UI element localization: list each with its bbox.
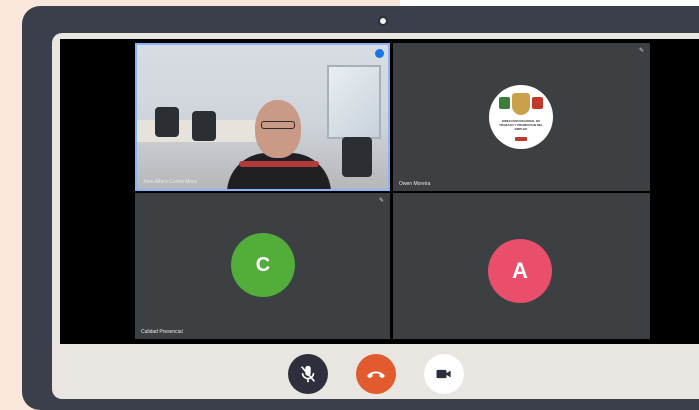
video-background-chair — [155, 107, 179, 137]
video-background-chair — [342, 137, 372, 177]
logo-flag-right — [532, 97, 543, 109]
participant-video — [137, 45, 388, 189]
participant-name: Owen Moreira — [399, 181, 431, 187]
logo-flag-left — [499, 97, 510, 109]
phone-hangup-icon — [367, 371, 385, 379]
participant-head — [255, 100, 301, 158]
video-camera-icon — [436, 369, 451, 379]
logo-shield-icon — [512, 93, 530, 115]
organization-logo: DIRECCION REGIONAL DE TRABAJO Y PROMOCIO… — [489, 85, 553, 149]
participant-tile-video[interactable]: Jose Alfaro Cortes Mora — [135, 43, 390, 191]
avatar: C — [231, 233, 295, 297]
participant-tile-avatar[interactable]: A — [393, 193, 650, 339]
mic-off-icon: ✎ — [379, 198, 385, 204]
mic-off-icon: ✎ — [639, 48, 645, 54]
participant-tile-logo[interactable]: ✎ DIRECCION REGIONAL DE TRABAJO Y PROMOC… — [393, 43, 650, 191]
video-background-chair — [192, 111, 216, 141]
laptop-frame: Jose Alfaro Cortes Mora ✎ DIRECCION REGI… — [22, 6, 699, 410]
meeting-screen: Jose Alfaro Cortes Mora ✎ DIRECCION REGI… — [52, 33, 699, 399]
participant-tile-avatar[interactable]: ✎ C Calidad Presencial — [135, 193, 390, 339]
participant-glasses — [261, 121, 295, 129]
microphone-muted-icon — [300, 365, 316, 383]
participant-body — [227, 153, 331, 189]
call-controls — [52, 344, 699, 399]
webcam-icon — [378, 16, 388, 26]
mute-button[interactable] — [288, 354, 328, 394]
participant-clothing-stripe — [239, 161, 319, 167]
avatar: A — [488, 239, 552, 303]
logo-text: DIRECCION REGIONAL DE TRABAJO Y PROMOCIO… — [499, 119, 543, 131]
logo-ribbon — [515, 137, 527, 141]
hangup-button[interactable] — [356, 354, 396, 394]
speaking-indicator-icon — [375, 49, 384, 58]
video-grid: Jose Alfaro Cortes Mora ✎ DIRECCION REGI… — [60, 39, 699, 344]
camera-button[interactable] — [424, 354, 464, 394]
participant-name: Calidad Presencial — [141, 329, 183, 335]
video-background-window — [327, 65, 381, 139]
participant-name: Jose Alfaro Cortes Mora — [143, 179, 197, 185]
